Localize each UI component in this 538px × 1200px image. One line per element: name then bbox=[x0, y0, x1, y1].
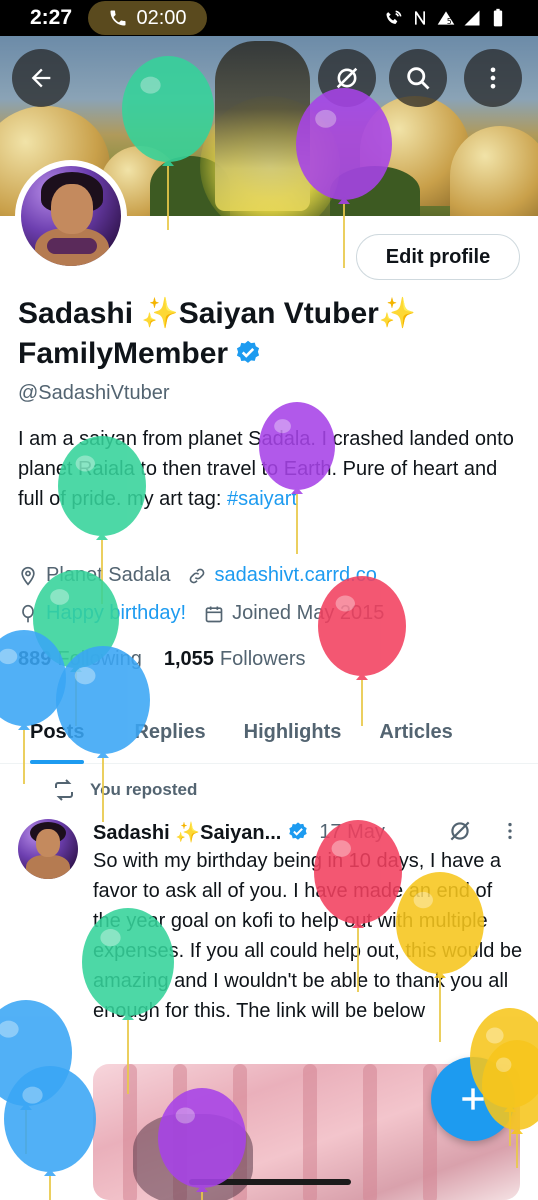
status-time: 2:27 bbox=[30, 6, 73, 29]
calendar-icon bbox=[205, 606, 223, 622]
grok-button[interactable] bbox=[318, 49, 376, 107]
profile-joined-date: Joined May 2015 bbox=[232, 602, 385, 624]
bio-hashtag-link[interactable]: #saiyart bbox=[227, 488, 297, 510]
grok-icon bbox=[336, 67, 358, 89]
tab-highlights-label: Highlights bbox=[243, 720, 342, 743]
battery-icon bbox=[493, 8, 503, 27]
profile-bio: I am a saiyan from planet Sadala. I cras… bbox=[18, 424, 523, 514]
balloon-icon bbox=[22, 604, 34, 622]
more-vertical-icon[interactable] bbox=[499, 820, 521, 842]
banner-character bbox=[215, 41, 310, 211]
balloon-decoration bbox=[0, 1000, 92, 1156]
display-name-text: Sadashi ✨Saiyan Vtuber✨ FamilyMember bbox=[18, 297, 417, 370]
wifi-calling-icon bbox=[386, 10, 402, 24]
post-author-name[interactable]: Sadashi ✨Saiyan... bbox=[93, 820, 281, 845]
tab-articles[interactable]: Articles bbox=[379, 700, 452, 764]
profile-website-link[interactable]: sadashivt.carrd.co bbox=[215, 564, 377, 587]
cell-signal-icon bbox=[464, 10, 480, 26]
profile-handle: @SadashiVtuber bbox=[18, 382, 170, 404]
grok-icon[interactable] bbox=[447, 818, 473, 844]
active-tab-indicator bbox=[30, 760, 85, 764]
edit-profile-button[interactable]: Edit profile bbox=[356, 234, 520, 280]
search-icon bbox=[407, 67, 430, 90]
location-pin-icon bbox=[21, 566, 35, 586]
profile-location: Planet Sadala bbox=[46, 564, 171, 586]
following-count: 889 bbox=[18, 648, 52, 670]
tab-posts-label: Posts bbox=[30, 720, 85, 743]
post-author-avatar[interactable] bbox=[18, 819, 78, 879]
status-bar: 2:27 02:00 5 bbox=[0, 0, 538, 36]
phone-icon bbox=[110, 10, 126, 26]
profile-avatar[interactable] bbox=[15, 160, 127, 272]
banner-tree bbox=[330, 166, 420, 216]
repost-icon bbox=[55, 779, 73, 801]
followers-link[interactable]: 1,055 Followers bbox=[164, 648, 306, 671]
followers-label: Followers bbox=[219, 648, 306, 670]
arrow-left-icon bbox=[31, 68, 51, 88]
search-button[interactable] bbox=[389, 49, 447, 107]
more-vertical-icon bbox=[490, 67, 496, 89]
tab-replies[interactable]: Replies bbox=[134, 700, 205, 764]
followers-count: 1,055 bbox=[163, 648, 214, 670]
verified-badge-icon bbox=[289, 822, 308, 840]
back-button[interactable] bbox=[12, 49, 70, 107]
post-text: So with my birthday being in 10 days, I … bbox=[93, 850, 523, 1022]
tab-highlights[interactable]: Highlights bbox=[244, 700, 342, 764]
ongoing-call-pill[interactable]: 02:00 bbox=[88, 1, 207, 35]
tab-replies-label: Replies bbox=[134, 720, 206, 743]
link-icon bbox=[189, 568, 204, 583]
status-icons: 5 bbox=[384, 8, 508, 28]
profile-display-name: Sadashi ✨Saiyan Vtuber✨ FamilyMember bbox=[18, 294, 508, 374]
follow-counts: 889 Following 1,055 Followers bbox=[18, 648, 306, 671]
repost-label: You reposted bbox=[90, 780, 198, 799]
media-shadow bbox=[133, 1114, 253, 1200]
profile-birthday[interactable]: Happy birthday! bbox=[46, 602, 186, 625]
profile-meta-birthday-row: Happy birthday! Joined May 2015 bbox=[18, 602, 384, 625]
repost-indicator: You reposted bbox=[52, 778, 197, 802]
plus-icon bbox=[462, 1088, 484, 1110]
tab-posts[interactable]: Posts bbox=[30, 700, 85, 764]
signal-wifi-icon: 5 bbox=[437, 11, 455, 26]
balloon-decoration bbox=[4, 1066, 96, 1200]
profile-tabs: Posts Replies Highlights Articles bbox=[0, 700, 538, 764]
avatar-image bbox=[21, 166, 121, 266]
home-indicator[interactable] bbox=[189, 1179, 351, 1185]
post-date[interactable]: 17 May bbox=[319, 821, 385, 844]
following-label: Following bbox=[57, 648, 142, 670]
following-link[interactable]: 889 Following bbox=[18, 648, 142, 671]
call-duration: 02:00 bbox=[136, 6, 187, 29]
nfc-icon bbox=[415, 11, 425, 25]
tab-articles-label: Articles bbox=[379, 720, 453, 743]
compose-post-button[interactable] bbox=[431, 1057, 515, 1141]
post-header: Sadashi ✨Saiyan... 17 May bbox=[93, 817, 523, 847]
svg-text:5: 5 bbox=[447, 17, 452, 26]
more-options-button[interactable] bbox=[464, 49, 522, 107]
verified-badge-icon[interactable] bbox=[234, 339, 262, 367]
profile-meta-location-row: Planet Sadala sadashivt.carrd.co bbox=[18, 564, 377, 587]
